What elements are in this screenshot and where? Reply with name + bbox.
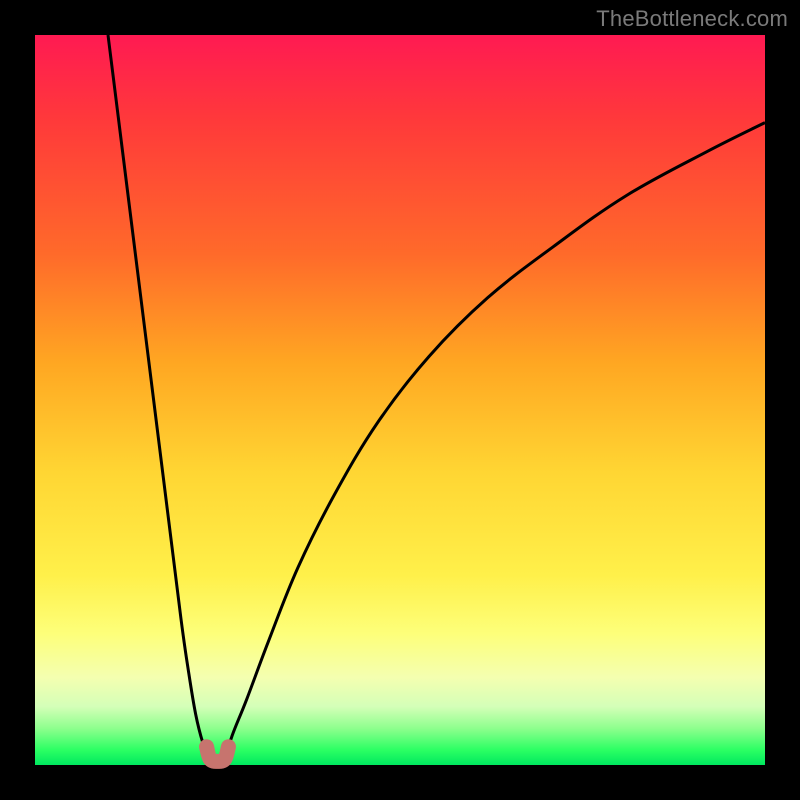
chart-svg <box>35 35 765 765</box>
plot-area <box>35 35 765 765</box>
curve-left-branch <box>108 35 210 761</box>
outer-frame: TheBottleneck.com <box>0 0 800 800</box>
watermark-text: TheBottleneck.com <box>596 6 788 32</box>
minimum-marker <box>207 747 229 762</box>
curve-right-branch <box>225 123 765 762</box>
